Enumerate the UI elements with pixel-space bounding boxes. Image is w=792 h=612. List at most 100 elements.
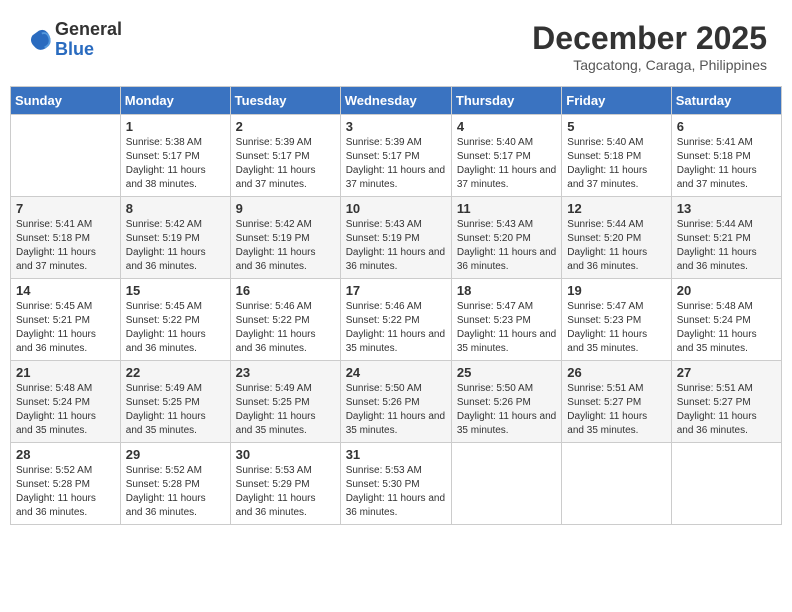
day-number: 26	[567, 365, 665, 380]
day-number: 30	[236, 447, 335, 462]
daylight-text: Daylight: 11 hours and 37 minutes.	[346, 165, 445, 190]
daylight-text: Daylight: 11 hours and 36 minutes.	[126, 247, 206, 272]
table-row: 8Sunrise: 5:42 AMSunset: 5:19 PMDaylight…	[120, 197, 230, 279]
daylight-text: Daylight: 11 hours and 37 minutes.	[16, 247, 96, 272]
daylight-text: Daylight: 11 hours and 37 minutes.	[457, 165, 556, 190]
sunset-text: Sunset: 5:19 PM	[236, 233, 310, 244]
daylight-text: Daylight: 11 hours and 36 minutes.	[346, 247, 445, 272]
day-number: 11	[457, 201, 556, 216]
daylight-text: Daylight: 11 hours and 36 minutes.	[236, 329, 316, 354]
table-row: 17Sunrise: 5:46 AMSunset: 5:22 PMDayligh…	[340, 279, 451, 361]
sunset-text: Sunset: 5:17 PM	[346, 151, 420, 162]
sunset-text: Sunset: 5:22 PM	[126, 315, 200, 326]
table-row: 18Sunrise: 5:47 AMSunset: 5:23 PMDayligh…	[451, 279, 561, 361]
sunset-text: Sunset: 5:28 PM	[126, 479, 200, 490]
sunrise-text: Sunrise: 5:44 AM	[567, 219, 643, 230]
day-number: 3	[346, 119, 446, 134]
daylight-text: Daylight: 11 hours and 35 minutes.	[457, 329, 556, 354]
sunset-text: Sunset: 5:29 PM	[236, 479, 310, 490]
daylight-text: Daylight: 11 hours and 36 minutes.	[567, 247, 647, 272]
table-row: 26 Sunrise: 5:51 AM Sunset: 5:27 PM Dayligh…	[562, 361, 671, 443]
day-info: Sunrise: 5:47 AMSunset: 5:23 PMDaylight:…	[567, 300, 665, 356]
sunset-text: Sunset: 5:27 PM	[567, 397, 641, 408]
table-row: 12Sunrise: 5:44 AMSunset: 5:20 PMDayligh…	[562, 197, 671, 279]
header-tuesday: Tuesday	[230, 87, 340, 115]
day-info: Sunrise: 5:42 AMSunset: 5:19 PMDaylight:…	[236, 218, 335, 274]
sunrise-text: Sunrise: 5:53 AM	[346, 465, 422, 476]
table-row: 2Sunrise: 5:39 AMSunset: 5:17 PMDaylight…	[230, 115, 340, 197]
sunrise-text: Sunrise: 5:38 AM	[126, 137, 202, 148]
sunrise-text: Sunrise: 5:48 AM	[677, 301, 753, 312]
daylight-text: Daylight: 11 hours and 35 minutes.	[567, 411, 647, 436]
table-row: 10Sunrise: 5:43 AMSunset: 5:19 PMDayligh…	[340, 197, 451, 279]
day-number: 28	[16, 447, 115, 462]
table-row: 19Sunrise: 5:47 AMSunset: 5:23 PMDayligh…	[562, 279, 671, 361]
sunrise-text: Sunrise: 5:51 AM	[677, 383, 753, 394]
sunrise-text: Sunrise: 5:42 AM	[236, 219, 312, 230]
day-number: 12	[567, 201, 665, 216]
day-info: Sunrise: 5:43 AMSunset: 5:19 PMDaylight:…	[346, 218, 446, 274]
day-info: Sunrise: 5:52 AM Sunset: 5:28 PM Daylight:…	[16, 464, 115, 520]
daylight-text: Daylight: 11 hours and 36 minutes.	[16, 329, 96, 354]
sunrise-text: Sunrise: 5:53 AM	[236, 465, 312, 476]
sunset-text: Sunset: 5:26 PM	[457, 397, 531, 408]
week-row-4: 21Sunrise: 5:48 AMSunset: 5:24 PMDayligh…	[11, 361, 782, 443]
daylight-text: Daylight: 11 hours and 37 minutes.	[236, 165, 316, 190]
sunrise-text: Sunrise: 5:42 AM	[126, 219, 202, 230]
sunrise-text: Sunrise: 5:48 AM	[16, 383, 92, 394]
logo: General Blue	[25, 20, 122, 60]
sunrise-text: Sunrise: 5:40 AM	[567, 137, 643, 148]
logo-text: General Blue	[55, 20, 122, 60]
sunset-text: Sunset: 5:18 PM	[16, 233, 90, 244]
day-number: 17	[346, 283, 446, 298]
logo-general: General	[55, 19, 122, 39]
week-row-5: 28 Sunrise: 5:52 AM Sunset: 5:28 PM Dayligh…	[11, 443, 782, 525]
table-row: 16 Sunrise: 5:46 AMSunset: 5:22 PMDayligh…	[230, 279, 340, 361]
daylight-text: Daylight: 11 hours and 36 minutes.	[457, 247, 556, 272]
day-number: 15	[126, 283, 225, 298]
day-number: 13	[677, 201, 776, 216]
day-info: Sunrise: 5:51 AM Sunset: 5:27 PM Daylight:…	[677, 382, 776, 438]
sunset-text: Sunset: 5:28 PM	[16, 479, 90, 490]
day-number: 1	[126, 119, 225, 134]
week-row-2: 7Sunrise: 5:41 AMSunset: 5:18 PMDaylight…	[11, 197, 782, 279]
sunset-text: Sunset: 5:27 PM	[677, 397, 751, 408]
table-row	[671, 443, 781, 525]
sunrise-text: Sunrise: 5:52 AM	[16, 465, 92, 476]
sunrise-text: Sunrise: 5:41 AM	[16, 219, 92, 230]
daylight-text: Daylight: 11 hours and 35 minutes.	[346, 411, 445, 436]
header-friday: Friday	[562, 87, 671, 115]
table-row: 22Sunrise: 5:49 AMSunset: 5:25 PMDayligh…	[120, 361, 230, 443]
daylight-text: Daylight: 11 hours and 36 minutes.	[16, 493, 96, 518]
daylight-text: Daylight: 11 hours and 36 minutes.	[677, 411, 757, 436]
day-info: Sunrise: 5:53 AMSunset: 5:30 PMDaylight:…	[346, 464, 446, 520]
table-row: 25Sunrise: 5:50 AMSunset: 5:26 PMDayligh…	[451, 361, 561, 443]
header: General Blue December 2025 Tagcatong, Ca…	[10, 10, 782, 78]
day-info: Sunrise: 5:50 AMSunset: 5:26 PMDaylight:…	[457, 382, 556, 438]
logo-icon	[25, 26, 53, 54]
sunrise-text: Sunrise: 5:43 AM	[457, 219, 533, 230]
sunset-text: Sunset: 5:24 PM	[677, 315, 751, 326]
weekday-header-row: Sunday Monday Tuesday Wednesday Thursday…	[11, 87, 782, 115]
sunrise-text: Sunrise: 5:49 AM	[236, 383, 312, 394]
day-number: 31	[346, 447, 446, 462]
table-row: 31Sunrise: 5:53 AMSunset: 5:30 PMDayligh…	[340, 443, 451, 525]
sunset-text: Sunset: 5:25 PM	[236, 397, 310, 408]
day-info: Sunrise: 5:46 AMSunset: 5:22 PMDaylight:…	[236, 300, 335, 356]
sunrise-text: Sunrise: 5:51 AM	[567, 383, 643, 394]
sunrise-text: Sunrise: 5:39 AM	[236, 137, 312, 148]
header-thursday: Thursday	[451, 87, 561, 115]
sunset-text: Sunset: 5:22 PM	[236, 315, 310, 326]
table-row	[11, 115, 121, 197]
day-number: 16	[236, 283, 335, 298]
sunset-text: Sunset: 5:17 PM	[236, 151, 310, 162]
daylight-text: Daylight: 11 hours and 35 minutes.	[457, 411, 556, 436]
daylight-text: Daylight: 11 hours and 36 minutes.	[236, 493, 316, 518]
sunrise-text: Sunrise: 5:49 AM	[126, 383, 202, 394]
day-number: 14	[16, 283, 115, 298]
sunset-text: Sunset: 5:30 PM	[346, 479, 420, 490]
daylight-text: Daylight: 11 hours and 36 minutes.	[677, 247, 757, 272]
subtitle: Tagcatong, Caraga, Philippines	[532, 57, 767, 73]
daylight-text: Daylight: 11 hours and 37 minutes.	[567, 165, 647, 190]
day-number: 6	[677, 119, 776, 134]
